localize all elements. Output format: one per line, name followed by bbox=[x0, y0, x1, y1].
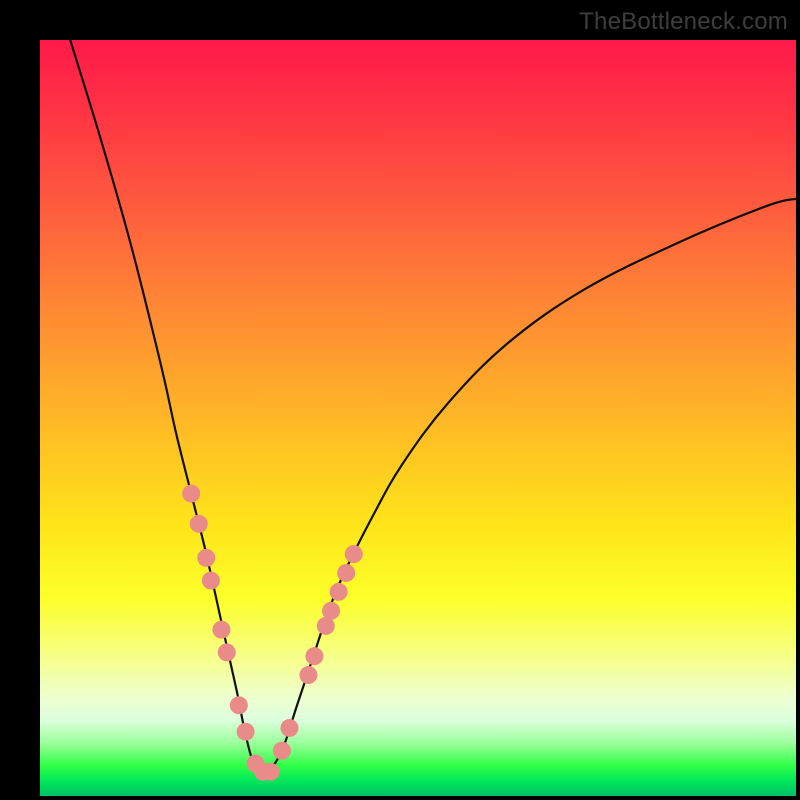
curve-marker bbox=[273, 742, 291, 760]
bottleneck-curve-svg bbox=[40, 40, 796, 796]
curve-marker bbox=[337, 564, 355, 582]
curve-marker bbox=[322, 602, 340, 620]
curve-marker bbox=[237, 723, 255, 741]
plot-area bbox=[40, 40, 796, 796]
curve-marker bbox=[230, 696, 248, 714]
chart-frame: TheBottleneck.com bbox=[0, 0, 800, 800]
curve-marker bbox=[190, 515, 208, 533]
curve-marker bbox=[345, 545, 363, 563]
curve-marker bbox=[305, 647, 323, 665]
curve-marker bbox=[262, 763, 280, 781]
curve-marker bbox=[202, 572, 220, 590]
curve-marker bbox=[182, 485, 200, 503]
bottleneck-curve-path bbox=[70, 40, 796, 776]
marker-group bbox=[182, 485, 363, 781]
curve-marker bbox=[280, 719, 298, 737]
watermark-text: TheBottleneck.com bbox=[579, 8, 788, 36]
curve-marker bbox=[212, 621, 230, 639]
curve-marker bbox=[197, 549, 215, 567]
curve-marker bbox=[218, 643, 236, 661]
curve-marker bbox=[299, 666, 317, 684]
curve-marker bbox=[330, 583, 348, 601]
